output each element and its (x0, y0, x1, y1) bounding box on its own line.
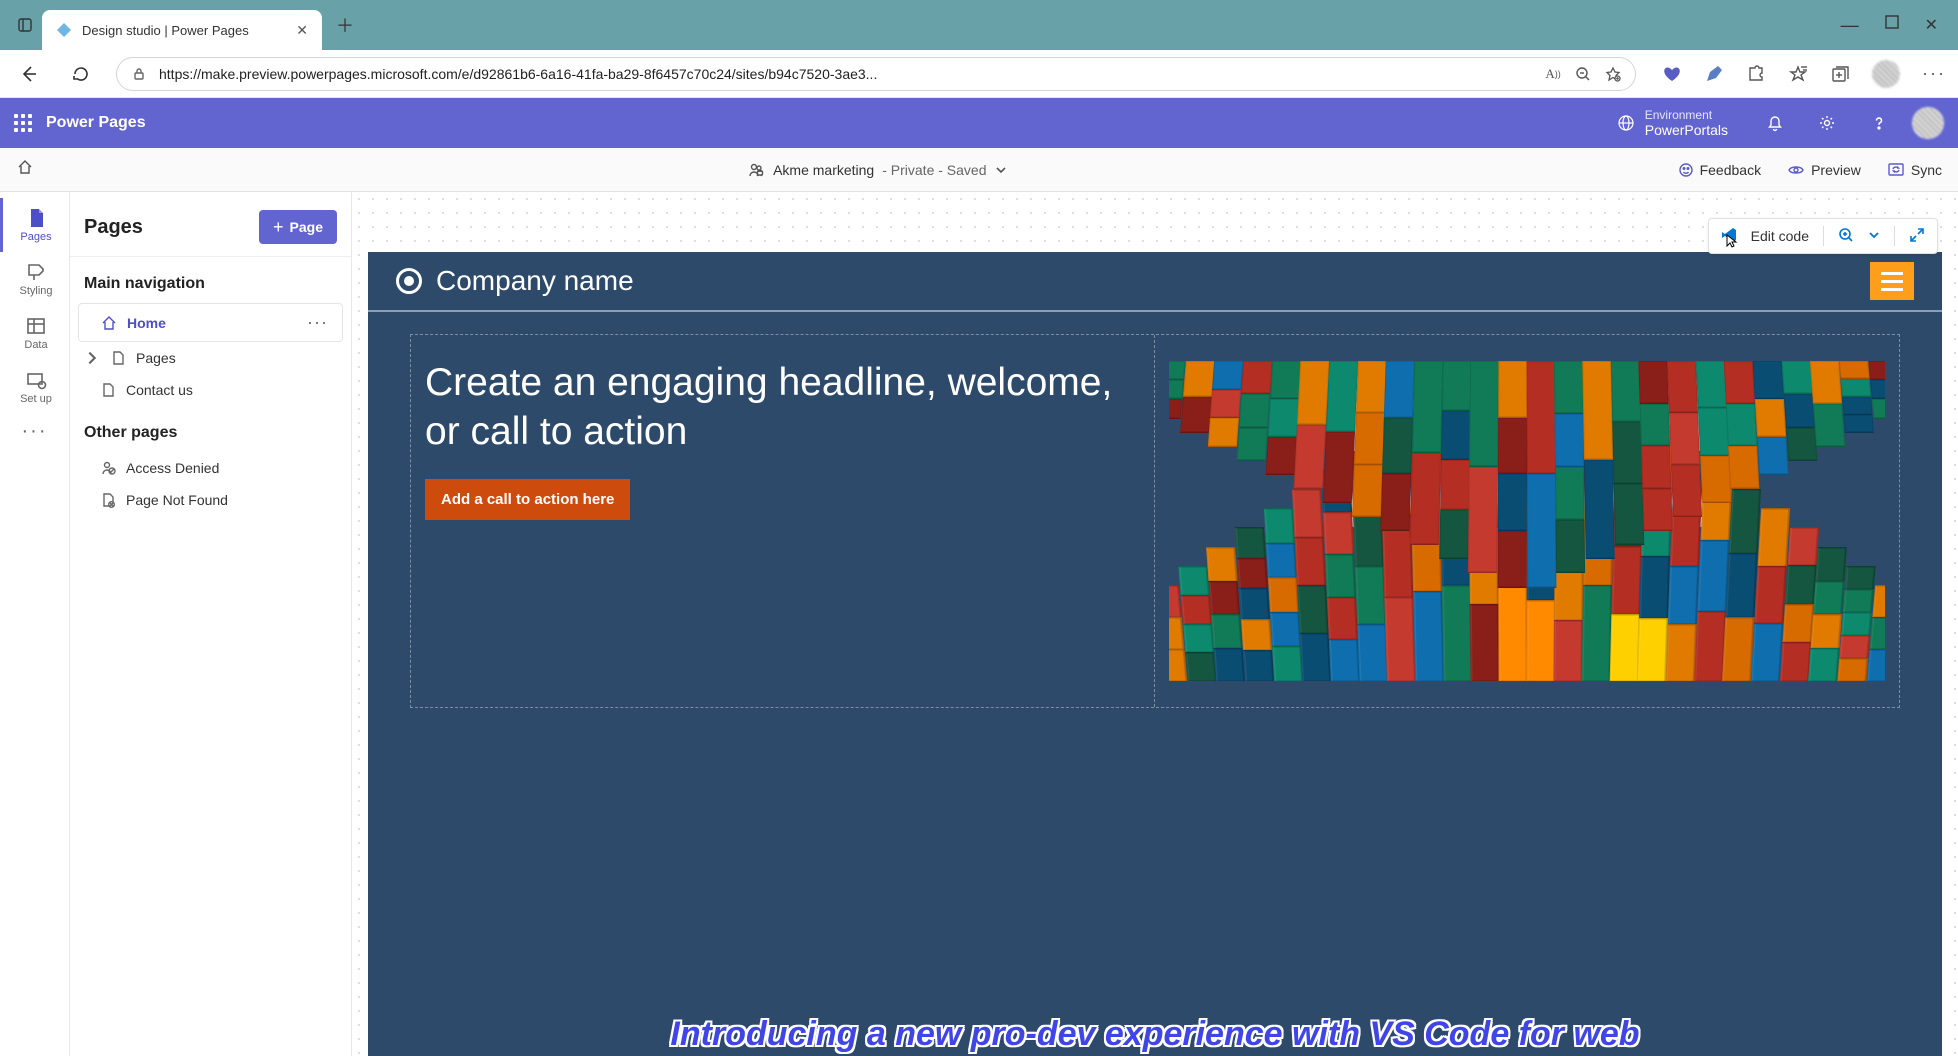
other-access-denied[interactable]: Access Denied (70, 452, 351, 484)
new-tab-button[interactable]: ＋ (328, 8, 362, 42)
site-picker[interactable]: Akme marketing - Private - Saved (76, 161, 1678, 179)
favicon-icon (56, 22, 72, 38)
cta-button[interactable]: Add a call to action here (425, 479, 630, 520)
chevron-down-icon (995, 164, 1007, 176)
canvas-area: Edit code Company name Create an engagin… (352, 192, 1958, 1056)
hero-image (1169, 361, 1886, 681)
page-error-icon (100, 492, 116, 508)
main-nav-label: Main navigation (70, 257, 351, 303)
expand-icon[interactable] (1909, 227, 1925, 246)
hero-headline[interactable]: Create an engaging headline, welcome, or… (425, 359, 1142, 457)
help-icon[interactable] (1860, 104, 1898, 142)
refresh-button[interactable] (64, 57, 98, 91)
feedback-icon (1678, 162, 1694, 178)
browser-menu-icon[interactable]: ··· (1922, 63, 1946, 84)
environment-picker[interactable]: Environment PowerPortals (1617, 108, 1742, 138)
person-denied-icon (100, 460, 116, 476)
url-text: https://make.preview.powerpages.microsof… (159, 66, 1533, 82)
home-icon (101, 315, 117, 331)
people-icon (747, 161, 765, 179)
eye-icon (1787, 161, 1805, 179)
preview-link[interactable]: Preview (1787, 161, 1861, 179)
app-launcher-icon[interactable] (14, 114, 32, 132)
puzzle-extension-icon[interactable] (1746, 64, 1766, 84)
add-page-button[interactable]: + Page (259, 210, 337, 244)
page-icon (110, 350, 126, 366)
left-rail: Pages Styling Data Set up ··· (0, 192, 70, 1056)
zoom-chevron-icon[interactable] (1868, 228, 1880, 244)
close-tab-icon[interactable]: ✕ (296, 22, 308, 39)
lock-icon (129, 64, 149, 84)
sync-icon (1887, 161, 1905, 179)
plus-icon: + (273, 217, 284, 238)
site-logo-icon (396, 268, 422, 294)
env-label: Environment (1645, 108, 1728, 122)
browser-tab[interactable]: Design studio | Power Pages ✕ (42, 10, 322, 50)
rail-pages[interactable]: Pages (0, 198, 69, 252)
rail-styling[interactable]: Styling (0, 252, 69, 306)
company-name[interactable]: Company name (436, 265, 634, 297)
page-icon (100, 382, 116, 398)
edit-code-button[interactable]: Edit code (1751, 228, 1809, 244)
pages-panel: Pages + Page Main navigation Home ··· Pa… (70, 192, 352, 1056)
home-icon[interactable] (16, 163, 34, 180)
product-name: Power Pages (46, 114, 146, 132)
item-menu-icon[interactable]: ··· (307, 312, 328, 333)
other-not-found[interactable]: Page Not Found (70, 484, 351, 516)
site-header: Company name (368, 252, 1942, 312)
minimize-icon[interactable]: — (1841, 15, 1859, 36)
read-aloud-icon[interactable]: A)) (1543, 64, 1563, 84)
heart-extension-icon[interactable] (1662, 64, 1682, 84)
rail-more-icon[interactable]: ··· (22, 420, 48, 443)
window-controls: — ✕ (1841, 15, 1950, 36)
browser-toolbar: https://make.preview.powerpages.microsof… (0, 50, 1958, 98)
sync-link[interactable]: Sync (1887, 161, 1942, 179)
command-bar: Akme marketing - Private - Saved Feedbac… (0, 148, 1958, 192)
site-state: - Private - Saved (882, 162, 986, 178)
favorite-icon[interactable] (1603, 64, 1623, 84)
canvas-toolbar: Edit code (1708, 218, 1938, 254)
maximize-icon[interactable] (1885, 15, 1899, 36)
main-area: Pages Styling Data Set up ··· Pages + Pa… (0, 192, 1958, 1056)
url-bar[interactable]: https://make.preview.powerpages.microsof… (116, 57, 1636, 91)
zoom-out-icon[interactable] (1573, 64, 1593, 84)
rail-data[interactable]: Data (0, 306, 69, 360)
rail-setup[interactable]: Set up (0, 360, 69, 414)
hero-text-column[interactable]: Create an engaging headline, welcome, or… (411, 335, 1155, 707)
hero-image-column[interactable] (1155, 335, 1900, 707)
cursor-icon (1725, 233, 1741, 252)
nav-item-home[interactable]: Home ··· (78, 303, 343, 342)
site-preview: Company name Create an engaging headline… (368, 252, 1942, 1056)
settings-icon[interactable] (1808, 104, 1846, 142)
other-pages-label: Other pages (70, 406, 351, 452)
site-name: Akme marketing (773, 162, 874, 178)
tab-overview-button[interactable] (8, 8, 42, 42)
favorites-list-icon[interactable] (1788, 64, 1808, 84)
browser-profile-avatar[interactable] (1872, 60, 1900, 88)
pen-extension-icon[interactable] (1704, 64, 1724, 84)
app-header: Power Pages Environment PowerPortals (0, 98, 1958, 148)
back-button[interactable] (12, 57, 46, 91)
hero-section[interactable]: Create an engaging headline, welcome, or… (410, 334, 1900, 708)
notifications-icon[interactable] (1756, 104, 1794, 142)
collections-icon[interactable] (1830, 64, 1850, 84)
tab-title: Design studio | Power Pages (82, 23, 286, 38)
zoom-search-icon[interactable] (1838, 227, 1854, 246)
panel-title: Pages (84, 216, 143, 239)
env-value: PowerPortals (1645, 122, 1728, 138)
nav-item-contact[interactable]: Contact us (70, 374, 351, 406)
hamburger-menu-icon[interactable] (1870, 262, 1914, 300)
feedback-link[interactable]: Feedback (1678, 162, 1761, 178)
extension-icons: ··· (1654, 60, 1946, 88)
browser-titlebar: Design studio | Power Pages ✕ ＋ — ✕ (0, 0, 1958, 50)
chevron-right-icon (84, 350, 100, 366)
user-avatar[interactable] (1912, 107, 1944, 139)
globe-icon (1617, 114, 1635, 132)
nav-item-pages[interactable]: Pages (70, 342, 351, 374)
close-window-icon[interactable]: ✕ (1925, 15, 1938, 36)
promo-banner: Introducing a new pro-dev experience wit… (368, 1009, 1942, 1056)
